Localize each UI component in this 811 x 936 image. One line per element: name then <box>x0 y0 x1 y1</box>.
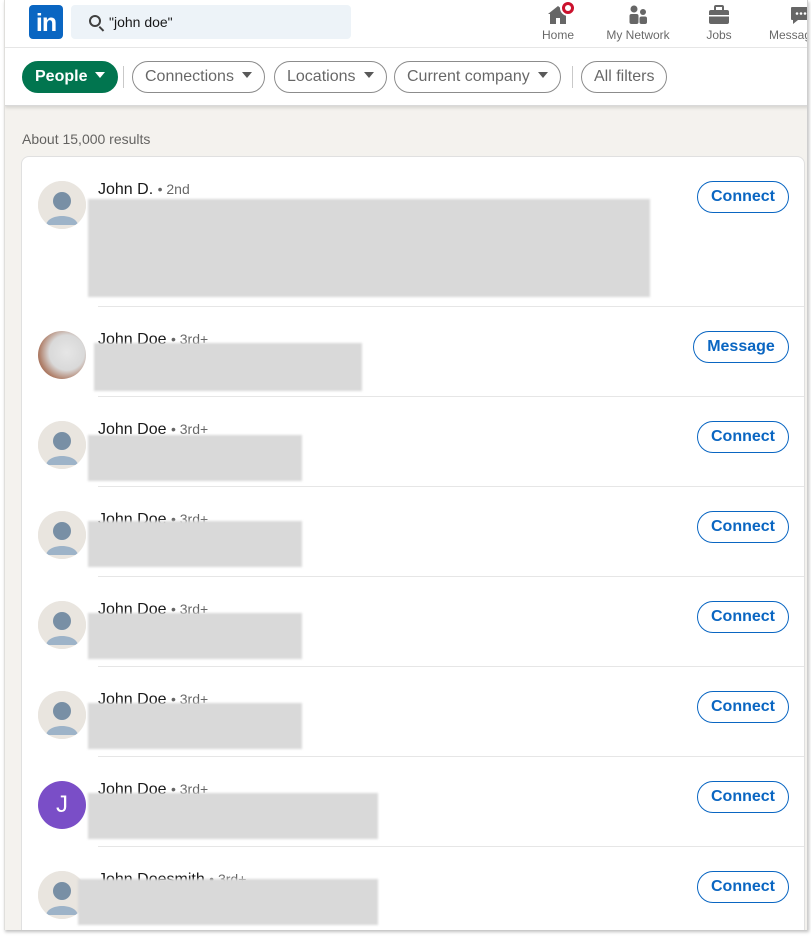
filter-current-company-label: Current company <box>407 68 530 85</box>
filter-divider <box>123 66 124 88</box>
list-item[interactable]: John Doe • 3rd+ Connect <box>22 667 804 757</box>
avatar[interactable] <box>38 421 86 469</box>
filter-all-filters-label: All filters <box>594 68 655 85</box>
filter-locations[interactable]: Locations <box>274 61 387 93</box>
results-list: John D. • 2nd Connect John Doe • 3rd+ Me… <box>21 156 805 930</box>
filter-all-filters[interactable]: All filters <box>581 61 668 93</box>
results-count: About 15,000 results <box>22 131 151 147</box>
filter-people-label: People <box>35 68 88 85</box>
avatar[interactable] <box>38 331 86 379</box>
result-name-line: John D. • 2nd <box>98 181 190 199</box>
redacted-details <box>94 343 362 391</box>
redacted-details <box>88 199 650 297</box>
nav-my-network-label: My Network <box>606 28 670 42</box>
search-input[interactable] <box>109 5 339 39</box>
network-icon <box>629 5 647 24</box>
default-avatar-icon <box>38 421 86 469</box>
avatar[interactable] <box>38 181 86 229</box>
chevron-down-icon <box>537 71 548 78</box>
connect-button[interactable]: Connect <box>697 421 789 453</box>
connect-button[interactable]: Connect <box>697 691 789 723</box>
chevron-down-icon <box>241 71 252 78</box>
avatar[interactable]: J <box>38 781 86 829</box>
list-item[interactable]: John Doe • 3rd+ Message <box>22 307 804 397</box>
nav-jobs-label: Jobs <box>706 28 732 42</box>
linkedin-logo[interactable]: in <box>29 5 63 39</box>
connect-button[interactable]: Connect <box>697 781 789 813</box>
filter-current-company[interactable]: Current company <box>394 61 561 93</box>
list-item[interactable]: John Doesmith • 3rd+ Connect <box>22 847 804 930</box>
top-nav: in Home My Network <box>5 0 808 48</box>
notification-badge <box>560 0 576 16</box>
app-window: in Home My Network <box>4 0 808 930</box>
message-button[interactable]: Message <box>693 331 789 363</box>
search-box[interactable] <box>71 5 351 39</box>
redacted-details <box>78 879 378 925</box>
filter-connections[interactable]: Connections <box>132 61 265 93</box>
avatar[interactable] <box>38 691 86 739</box>
redacted-details <box>88 521 302 567</box>
avatar[interactable] <box>38 601 86 649</box>
default-avatar-icon <box>38 511 86 559</box>
default-avatar-icon <box>38 601 86 649</box>
connect-button[interactable]: Connect <box>697 871 789 903</box>
search-icon <box>89 15 101 27</box>
connect-button[interactable]: Connect <box>697 511 789 543</box>
nav-messaging[interactable]: Messag <box>765 0 808 48</box>
search-filter-bar: People Connections Locations Current com… <box>5 48 807 106</box>
filter-people[interactable]: People <box>22 61 119 93</box>
default-avatar-icon <box>38 691 86 739</box>
list-item[interactable]: John Doe • 3rd+ Connect <box>22 577 804 667</box>
list-item[interactable]: John Doe • 3rd+ Connect <box>22 487 804 577</box>
redacted-details <box>88 703 302 749</box>
nav-my-network[interactable]: My Network <box>603 0 673 48</box>
list-item[interactable]: J John Doe • 3rd+ Connect <box>22 757 804 847</box>
chevron-down-icon <box>95 71 106 78</box>
avatar[interactable] <box>38 511 86 559</box>
connection-degree: • 2nd <box>157 181 190 197</box>
messaging-icon <box>791 7 807 24</box>
filter-divider <box>572 66 573 88</box>
nav-home-label: Home <box>541 28 574 42</box>
list-item[interactable]: John Doe • 3rd+ Connect <box>22 397 804 487</box>
connect-button[interactable]: Connect <box>697 601 789 633</box>
default-avatar-icon <box>38 181 86 229</box>
chevron-down-icon <box>363 71 374 78</box>
filter-connections-label: Connections <box>145 68 234 85</box>
jobs-icon <box>709 5 729 24</box>
list-item[interactable]: John D. • 2nd Connect <box>22 157 804 307</box>
redacted-details <box>88 435 302 481</box>
redacted-details <box>88 613 302 659</box>
result-name[interactable]: John D. <box>98 181 153 198</box>
nav-home[interactable]: Home <box>538 0 578 48</box>
filter-locations-label: Locations <box>287 68 356 85</box>
redacted-details <box>88 793 378 839</box>
connect-button[interactable]: Connect <box>697 181 789 213</box>
nav-jobs[interactable]: Jobs <box>699 0 739 48</box>
nav-messaging-label: Messag <box>769 28 808 42</box>
